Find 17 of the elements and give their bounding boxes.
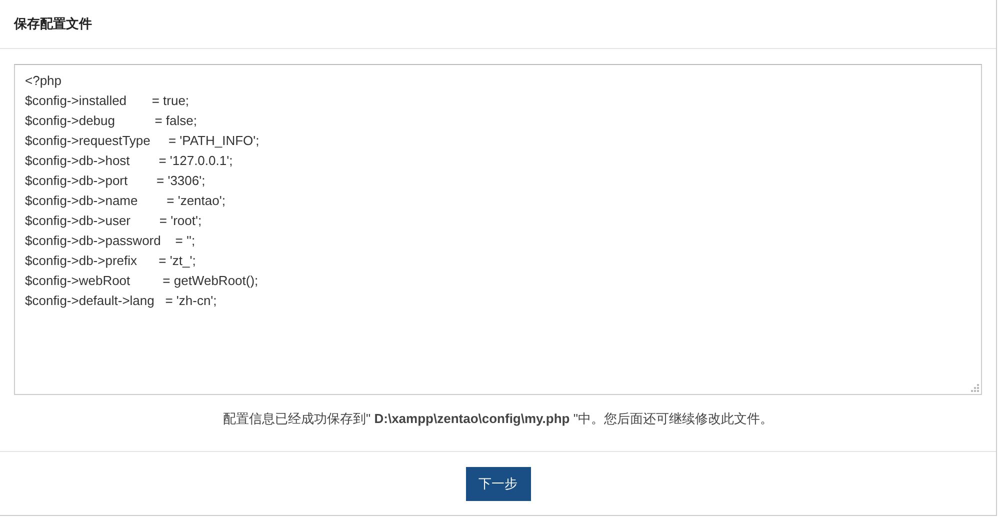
save-success-message: 配置信息已经成功保存到" D:\xampp\zentao\config\my.php "中。您后面还可继续修改此文件。 <box>223 411 773 426</box>
code-line: $config->db->user = 'root'; <box>25 212 202 230</box>
code-line: $config->installed = true; <box>25 92 190 110</box>
panel-title: 保存配置文件 <box>14 15 92 33</box>
code-line: $config->db->name = 'zentao'; <box>25 192 226 210</box>
code-line: <?php <box>25 72 62 90</box>
code-line: $config->db->port = '3306'; <box>25 172 206 190</box>
resize-grip-icon[interactable] <box>971 384 979 392</box>
code-line: $config->default->lang = 'zh-cn'; <box>25 292 217 310</box>
code-line: $config->db->prefix = 'zt_'; <box>25 252 196 270</box>
config-text-area[interactable] <box>14 64 982 395</box>
code-line: $config->db->host = '127.0.0.1'; <box>25 152 233 170</box>
next-step-button[interactable]: 下一步 <box>466 467 530 501</box>
code-line: $config->debug = false; <box>25 112 197 130</box>
code-line: $config->webRoot = getWebRoot(); <box>25 272 258 290</box>
code-line: $config->db->password = ''; <box>25 232 196 250</box>
code-line: $config->requestType = 'PATH_INFO'; <box>25 132 260 150</box>
